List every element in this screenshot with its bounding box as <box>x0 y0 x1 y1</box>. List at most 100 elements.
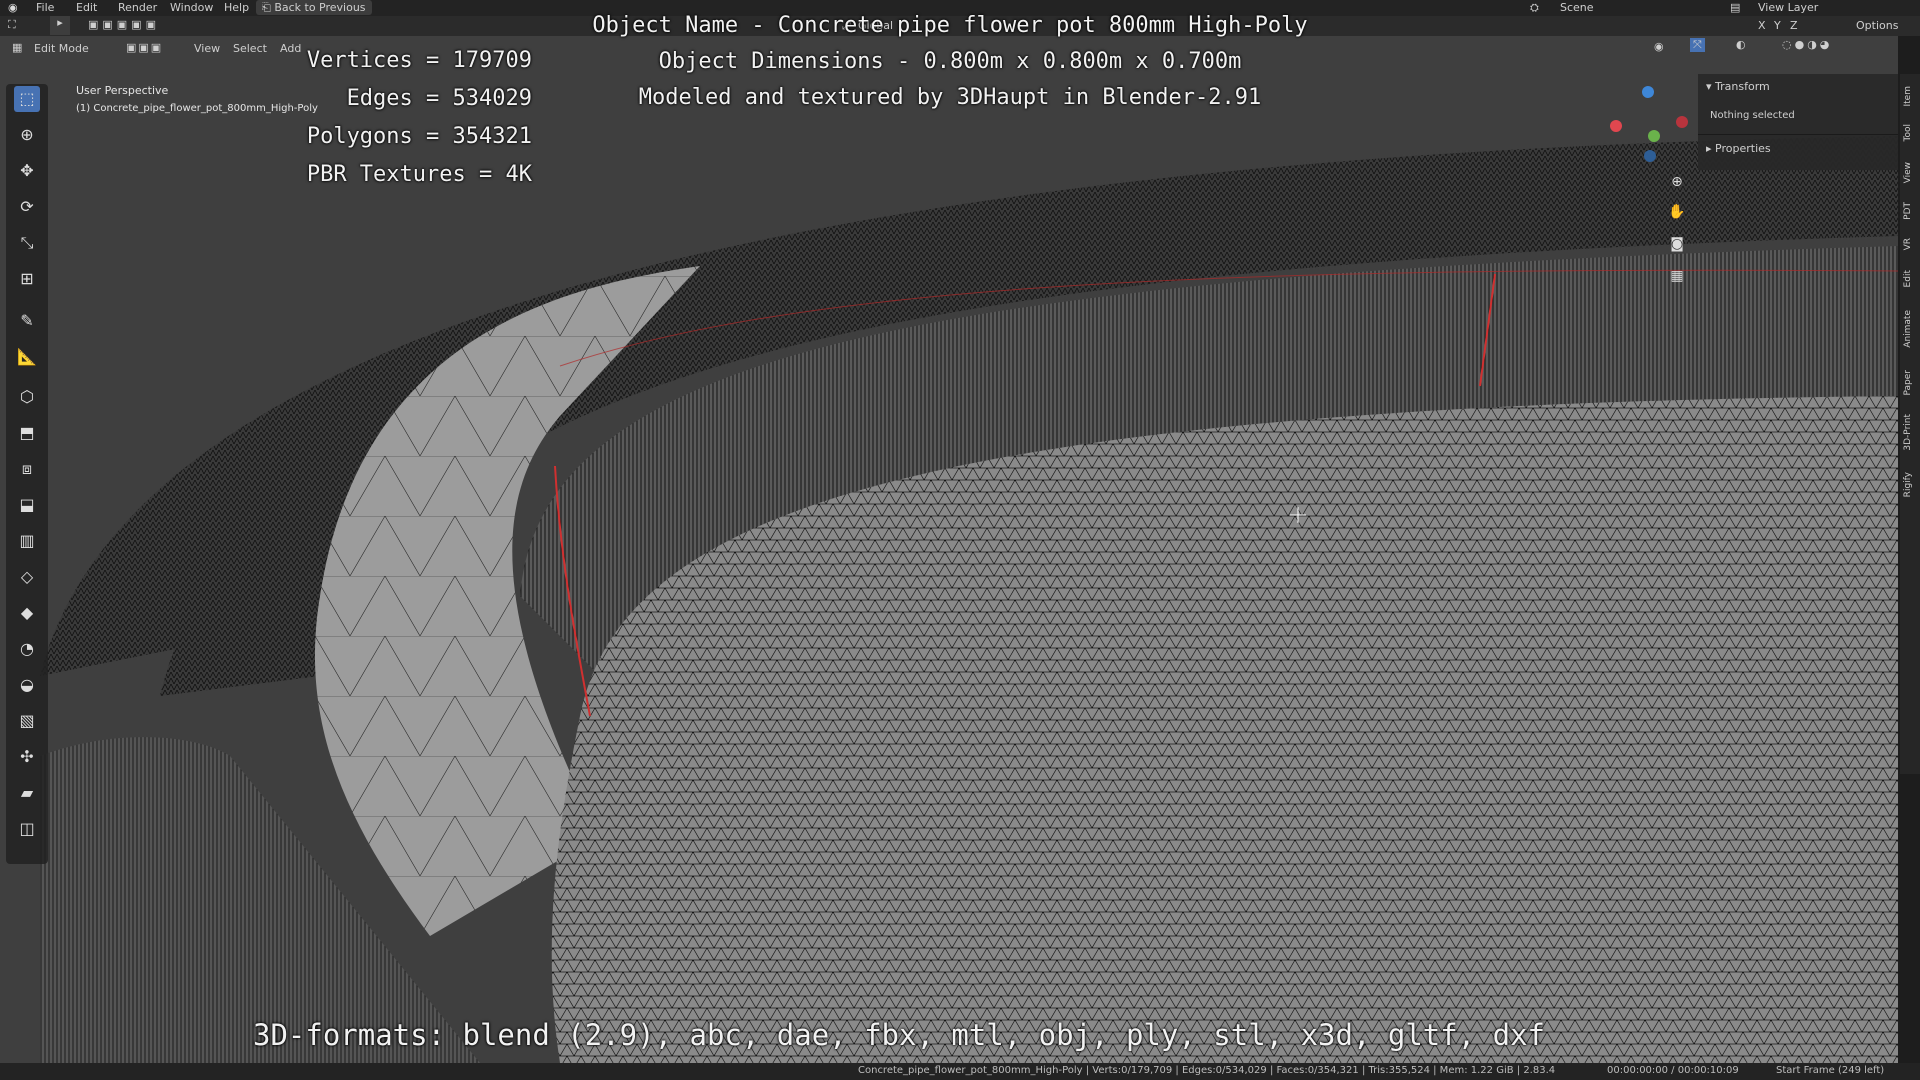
inset-icon[interactable]: ⧈ <box>14 456 40 482</box>
z-axis-neg-icon[interactable] <box>1644 150 1656 162</box>
scale-icon[interactable]: ⤡ <box>14 230 40 256</box>
object-dimensions-line: Object Dimensions - 0.800m x 0.800m x 0.… <box>658 49 1242 74</box>
back-icon: ⎗ <box>262 1 271 14</box>
options-menu[interactable]: Options <box>1856 19 1898 32</box>
mesh-wireframe-render <box>0 36 1898 1063</box>
3d-viewport[interactable]: User Perspective (1) Concrete_pipe_flowe… <box>0 36 1898 1063</box>
rotate-icon[interactable]: ⟳ <box>14 194 40 220</box>
object-name-line: Object Name - Concrete pipe flower pot 8… <box>592 13 1308 38</box>
move-icon[interactable]: ✥ <box>14 158 40 184</box>
properties-header[interactable]: ▸ Properties <box>1706 142 1771 155</box>
menu-file[interactable]: File <box>36 1 54 14</box>
spin-icon[interactable]: ◔ <box>14 636 40 662</box>
shear-icon[interactable]: ▰ <box>14 780 40 806</box>
selection-modes-icon[interactable]: ▣▣▣▣▣ <box>88 18 160 31</box>
editor-type-icon[interactable]: ⛶ <box>8 18 16 32</box>
object-info-overlay: Object Name - Concrete pipe flower pot 8… <box>560 8 1340 116</box>
pan-icon[interactable]: ✋ <box>1665 200 1689 224</box>
camera-icon[interactable]: ◙ <box>1665 232 1689 256</box>
menu-edit[interactable]: Edit <box>76 1 97 14</box>
textures-stat: PBR Textures = 4K <box>306 162 532 187</box>
navigation-gizmo[interactable] <box>1604 84 1690 170</box>
view-layer-icon: ▤ <box>1730 1 1741 14</box>
transform-header[interactable]: ▾ Transform <box>1706 80 1770 93</box>
transform-label: Transform <box>1715 80 1770 93</box>
polygons-stat: Polygons = 354321 <box>306 124 532 149</box>
sidebar-tabs: Item Tool View PDT VR Edit Animate Paper… <box>1900 74 1920 774</box>
bevel-icon[interactable]: ⬓ <box>14 492 40 518</box>
blender-logo-icon[interactable]: ◉ <box>8 1 18 14</box>
chevron-right-icon: ▸ <box>1706 142 1712 155</box>
edge-slide-icon[interactable]: ▧ <box>14 708 40 734</box>
annotate-icon[interactable]: ✎ <box>14 308 40 334</box>
axis-z-toggle[interactable]: Z <box>1790 19 1798 32</box>
scene-icon: ⛭ <box>1530 1 1539 14</box>
status-bar: Concrete_pipe_flower_pot_800mm_High-Poly… <box>0 1063 1920 1080</box>
frame-info: Start Frame (249 left) <box>1776 1065 1885 1076</box>
tab-vr[interactable]: VR <box>1903 238 1913 250</box>
n-panel: ▾ Transform Nothing selected ▸ Propertie… <box>1698 74 1898 170</box>
cursor-icon[interactable]: ⊕ <box>14 122 40 148</box>
select-mode-icon[interactable]: ▸ <box>50 16 70 35</box>
tool-shelf: ⬚ ⊕ ✥ ⟳ ⤡ ⊞ ✎ 📐 ⬡ ⬒ ⧈ ⬓ ▥ ◇ ◆ ◔ ◒ ▧ ✣ ▰ … <box>6 84 48 864</box>
credits-line: Modeled and textured by 3DHaupt in Blend… <box>638 85 1262 110</box>
visibility-icon[interactable]: ◉ <box>1654 40 1664 53</box>
mode-selector[interactable]: Edit Mode <box>34 42 114 55</box>
menu-window[interactable]: Window <box>170 1 213 14</box>
axis-y-toggle[interactable]: Y <box>1774 19 1781 32</box>
z-axis-icon[interactable] <box>1642 86 1654 98</box>
smooth-icon[interactable]: ◒ <box>14 672 40 698</box>
vertices-stat: Vertices = 179709 <box>306 48 532 73</box>
add-cube-icon[interactable]: ⬡ <box>14 384 40 410</box>
poly-build-icon[interactable]: ◆ <box>14 600 40 626</box>
shrink-fatten-icon[interactable]: ✣ <box>14 744 40 770</box>
rip-icon[interactable]: ◫ <box>14 816 40 842</box>
object-label: (1) Concrete_pipe_flower_pot_800mm_High-… <box>76 103 318 114</box>
tab-view[interactable]: View <box>1903 162 1913 183</box>
y-axis-icon[interactable] <box>1648 130 1660 142</box>
x-axis-neg-icon[interactable] <box>1610 120 1622 132</box>
scene-selector[interactable]: Scene <box>1560 1 1680 14</box>
back-to-previous-button[interactable]: ⎗ Back to Previous <box>256 0 372 15</box>
tab-pdt[interactable]: PDT <box>1903 202 1913 220</box>
menu-render[interactable]: Render <box>118 1 157 14</box>
formats-overlay: 3D-formats: blend (2.9), abc, dae, fbx, … <box>253 1018 1546 1052</box>
edit-mode-icon: ▦ <box>12 41 23 54</box>
select-box-icon[interactable]: ⬚ <box>14 86 40 112</box>
tab-3d-print[interactable]: 3D-Print <box>1903 414 1913 451</box>
measure-icon[interactable]: 📐 <box>14 344 40 370</box>
nothing-selected-label: Nothing selected <box>1710 110 1795 121</box>
menu-add[interactable]: Add <box>280 42 301 55</box>
ortho-grid-icon[interactable]: ▦ <box>1665 264 1689 288</box>
properties-label: Properties <box>1715 142 1771 155</box>
edges-stat: Edges = 534029 <box>346 86 532 111</box>
extrude-icon[interactable]: ⬒ <box>14 420 40 446</box>
menu-view[interactable]: View <box>194 42 220 55</box>
transform-icon[interactable]: ⊞ <box>14 266 40 292</box>
perspective-label: User Perspective <box>76 84 169 97</box>
knife-icon[interactable]: ◇ <box>14 564 40 590</box>
menu-help[interactable]: Help <box>224 1 249 14</box>
scene-statistics: Concrete_pipe_flower_pot_800mm_High-Poly… <box>858 1065 1556 1076</box>
tab-paper[interactable]: Paper <box>1903 370 1913 396</box>
tab-rigify[interactable]: Rigify <box>1903 472 1913 497</box>
overlay-toggle-icon[interactable]: ◐ <box>1736 38 1746 51</box>
tab-animate[interactable]: Animate <box>1903 310 1913 348</box>
tab-tool[interactable]: Tool <box>1903 124 1913 141</box>
zoom-icon[interactable]: ⊕ <box>1665 170 1689 194</box>
shading-modes-icon[interactable]: ◌●◑◕ <box>1782 38 1832 51</box>
tab-edit[interactable]: Edit <box>1903 270 1913 287</box>
divider <box>1698 134 1898 135</box>
gizmo-toggle-icon[interactable]: ⤧ <box>1690 38 1705 52</box>
mesh-select-mode-icon[interactable]: ▣▣▣ <box>126 41 163 54</box>
loop-cut-icon[interactable]: ▥ <box>14 528 40 554</box>
timecode: 00:00:00:00 / 00:00:10:09 <box>1607 1065 1739 1076</box>
tab-item[interactable]: Item <box>1903 86 1913 107</box>
menu-select[interactable]: Select <box>233 42 267 55</box>
axis-x-toggle[interactable]: X <box>1758 19 1766 32</box>
mesh-stats-overlay: Vertices = 179709 Edges = 534029 Polygon… <box>300 42 532 194</box>
back-to-previous-label: Back to Previous <box>274 1 366 14</box>
view-layer-selector[interactable]: View Layer <box>1758 1 1878 14</box>
chevron-down-icon: ▾ <box>1706 80 1712 93</box>
x-axis-icon[interactable] <box>1676 116 1688 128</box>
